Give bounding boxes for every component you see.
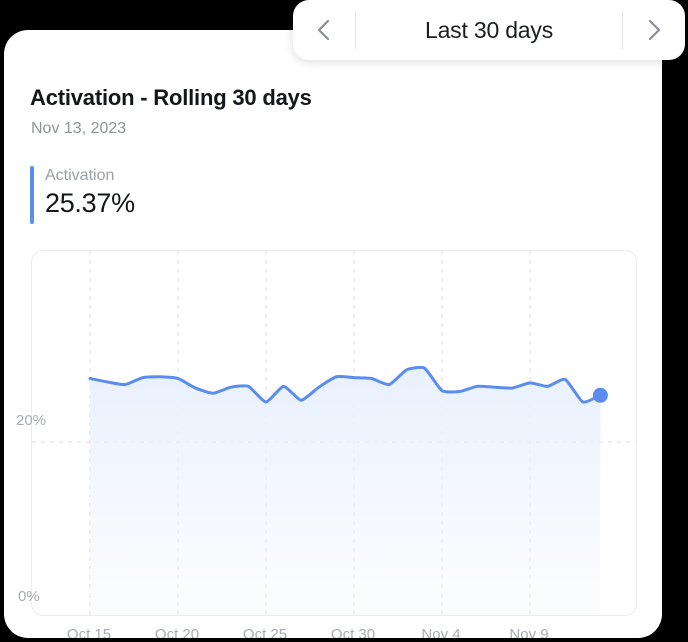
metric-text: Activation 25.37% bbox=[34, 166, 135, 224]
card-date: Nov 13, 2023 bbox=[31, 120, 127, 137]
x-axis-tick: Oct 25 bbox=[242, 626, 288, 638]
next-period-button[interactable] bbox=[623, 0, 685, 60]
metric-label: Activation bbox=[45, 167, 115, 184]
date-range-label[interactable]: Last 30 days bbox=[356, 0, 622, 60]
chevron-right-icon bbox=[648, 19, 661, 41]
x-axis-tick: Nov 9 bbox=[509, 626, 549, 638]
metric-value: 25.37% bbox=[45, 188, 135, 218]
x-axis-tick: Nov 4 bbox=[421, 626, 461, 638]
activation-line-chart bbox=[32, 251, 636, 615]
metric-block: Activation 25.37% bbox=[30, 166, 135, 224]
activation-card: Activation - Rolling 30 days Nov 13, 202… bbox=[4, 30, 662, 638]
chart-area-fill bbox=[90, 367, 601, 615]
x-axis-labels: Oct 15 Oct 20 Oct 25 Oct 30 Nov 4 Nov 9 bbox=[4, 626, 662, 638]
x-axis-tick: Oct 20 bbox=[154, 626, 200, 638]
previous-period-button[interactable] bbox=[293, 0, 355, 60]
x-axis-tick: Oct 15 bbox=[66, 626, 112, 638]
chevron-left-icon bbox=[317, 19, 330, 41]
y-axis-tick-20: 20% bbox=[16, 412, 47, 429]
y-axis-tick-0: 0% bbox=[18, 588, 40, 605]
chart-last-point-marker[interactable] bbox=[592, 387, 608, 403]
date-range-selector: Last 30 days bbox=[293, 0, 685, 60]
chart-plot-area[interactable] bbox=[31, 250, 637, 616]
x-axis-tick: Oct 30 bbox=[330, 626, 376, 638]
card-title: Activation - Rolling 30 days bbox=[30, 85, 312, 110]
